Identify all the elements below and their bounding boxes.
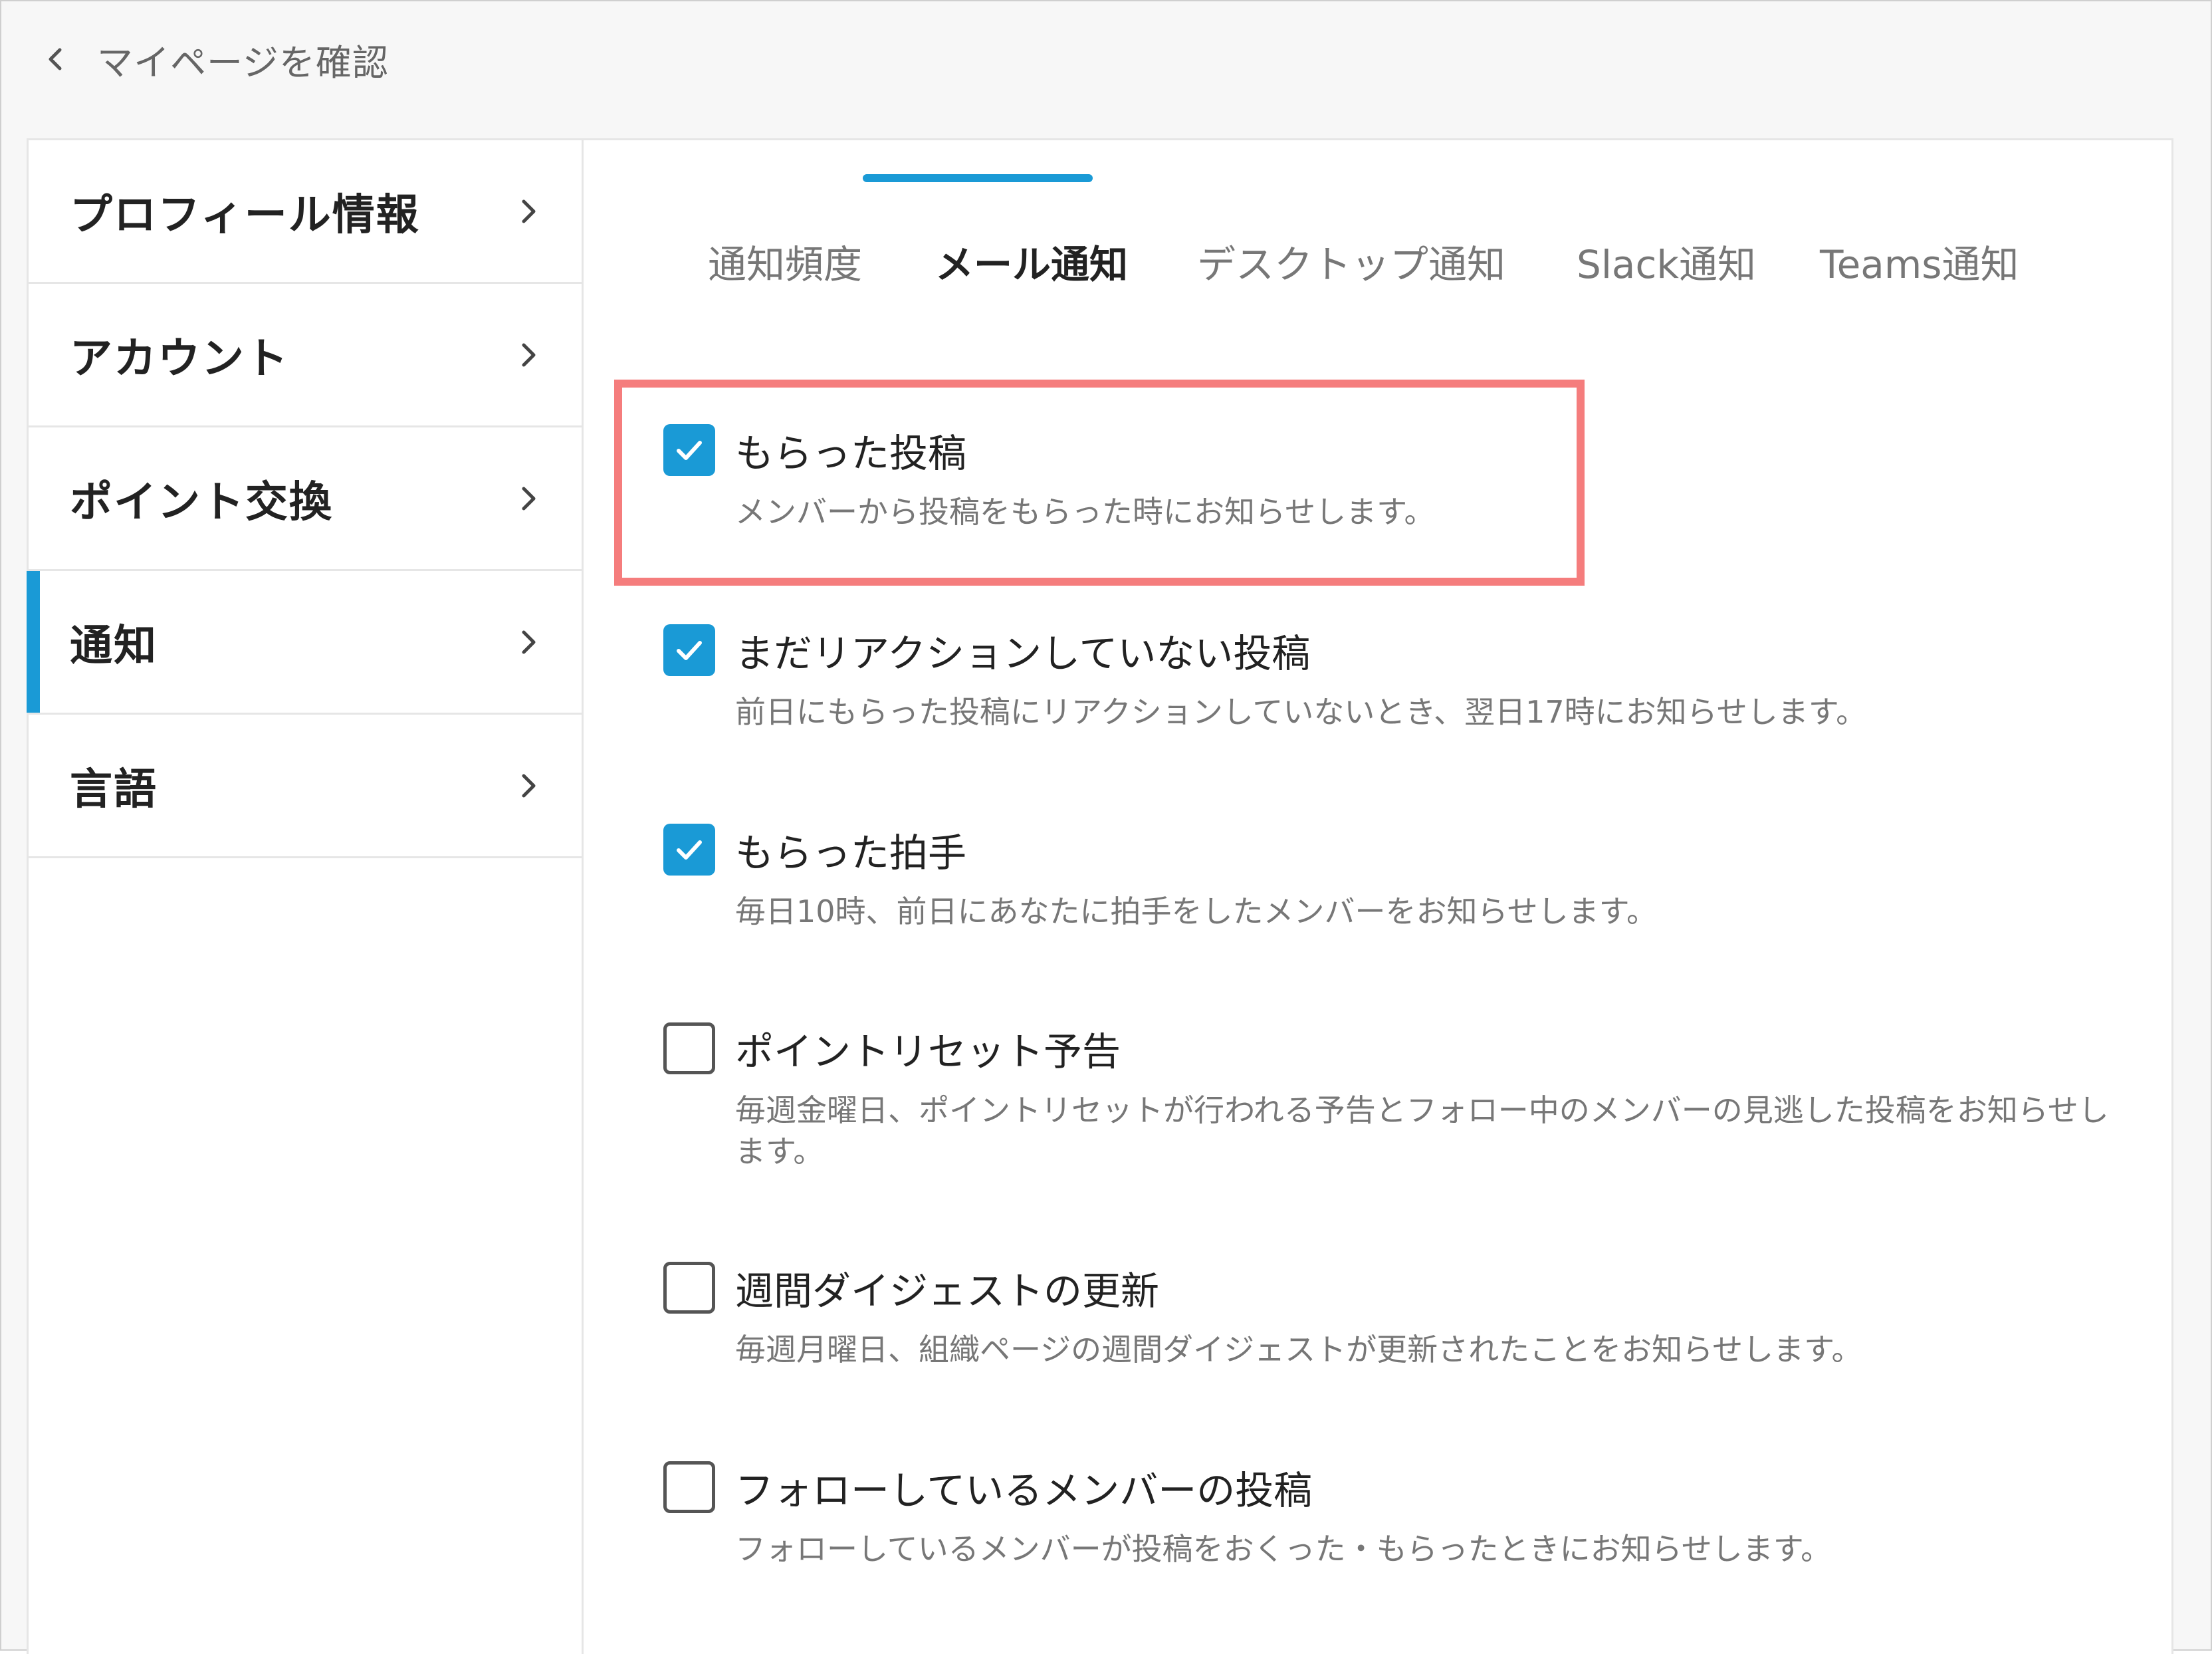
tab-slack[interactable]: Slack通知 [1577,233,1756,300]
sidebar-item-label: ポイント交換 [70,477,333,527]
option-description: 毎週月曜日、組織ページの週間ダイジェストが更新されたことをお知らせします。 [735,1332,1862,1367]
chevron-right-icon [515,342,542,368]
sidebar-item-account[interactable]: アカウント [29,284,582,427]
option-title: ポイントリセット予告 [735,1029,1121,1074]
settings-sidebar: プロフィール情報 アカウント ポイント交換 通知 言語 [27,140,584,1654]
weekly-digest-checkbox[interactable] [663,1262,715,1314]
option-point-reset-notice: ポイントリセット予告 毎週金曜日、ポイントリセットが行われる予告とフォロー中のメ… [663,1022,2126,1172]
chevron-right-icon [515,629,542,655]
sidebar-item-label: プロフィール情報 [70,190,420,240]
option-received-posts: もらった投稿 メンバーから投稿をもらった時にお知らせします。 [663,423,2126,532]
active-tab-indicator [863,174,1093,182]
option-description: 毎日10時、前日にあなたに拍手をしたメンバーをお知らせします。 [735,893,1658,929]
tab-frequency[interactable]: 通知頻度 [708,233,862,300]
point-reset-notice-checkbox[interactable] [663,1022,715,1074]
checkmark-icon [677,641,702,660]
option-followed-member-posts: フォローしているメンバーの投稿 フォローしているメンバーが投稿をおくった・もらっ… [663,1461,2126,1570]
checkmark-icon [677,441,702,460]
option-title: 週間ダイジェストの更新 [735,1268,1160,1314]
received-posts-checkbox[interactable] [663,424,715,476]
tab-email[interactable]: メール通知 [935,233,1128,300]
option-description: フォローしているメンバーが投稿をおくった・もらったときにお知らせします。 [735,1531,1832,1567]
option-received-applause: もらった拍手 毎日10時、前日にあなたに拍手をしたメンバーをお知らせします。 [663,823,2126,932]
sidebar-item-label: 通知 [70,621,158,671]
option-weekly-digest: 週間ダイジェストの更新 毎週月曜日、組織ページの週間ダイジェストが更新されたこと… [663,1261,2126,1370]
option-description: 前日にもらった投稿にリアクションしていないとき、翌日17時にお知らせします。 [735,694,1867,730]
option-title: フォローしているメンバーの投稿 [735,1468,1313,1513]
checkmark-icon [677,840,702,860]
tab-desktop[interactable]: デスクトップ通知 [1197,233,1505,300]
chevron-left-icon [43,46,69,72]
sidebar-item-label: アカウント [70,334,289,384]
sidebar-item-label: 言語 [70,765,158,814]
sidebar-item-points[interactable]: ポイント交換 [29,427,582,571]
page-frame: マイページを確認 プロフィール情報 アカウント ポイント交換 通知 言語 通知頻… [0,0,2212,1654]
option-title: もらった投稿 [735,431,967,476]
back-to-mypage-link[interactable]: マイページを確認 [43,32,389,86]
followed-member-posts-checkbox[interactable] [663,1461,715,1513]
option-unreacted-posts: まだリアクションしていない投稿 前日にもらった投稿にリアクションしていないとき、… [663,624,2126,733]
chevron-right-icon [515,772,542,799]
notification-tabs: 通知頻度 メール通知 デスクトップ通知 Slack通知 Teams通知 [582,140,2171,333]
back-link-label: マイページを確認 [97,41,389,84]
option-description: メンバーから投稿をもらった時にお知らせします。 [735,494,1435,530]
option-title: まだリアクションしていない投稿 [735,631,1311,676]
unreacted-posts-checkbox[interactable] [663,624,715,676]
chevron-right-icon [515,485,542,512]
received-applause-checkbox[interactable] [663,824,715,876]
sidebar-item-notifications[interactable]: 通知 [27,571,582,715]
sidebar-item-language[interactable]: 言語 [29,715,582,858]
option-title: もらった拍手 [735,830,967,876]
chevron-right-icon [515,198,542,225]
tab-teams[interactable]: Teams通知 [1820,233,2019,300]
option-description: 毎週金曜日、ポイントリセットが行われる予告とフォロー中のメンバーの見逃した投稿を… [735,1092,2109,1169]
sidebar-item-profile[interactable]: プロフィール情報 [29,140,582,284]
